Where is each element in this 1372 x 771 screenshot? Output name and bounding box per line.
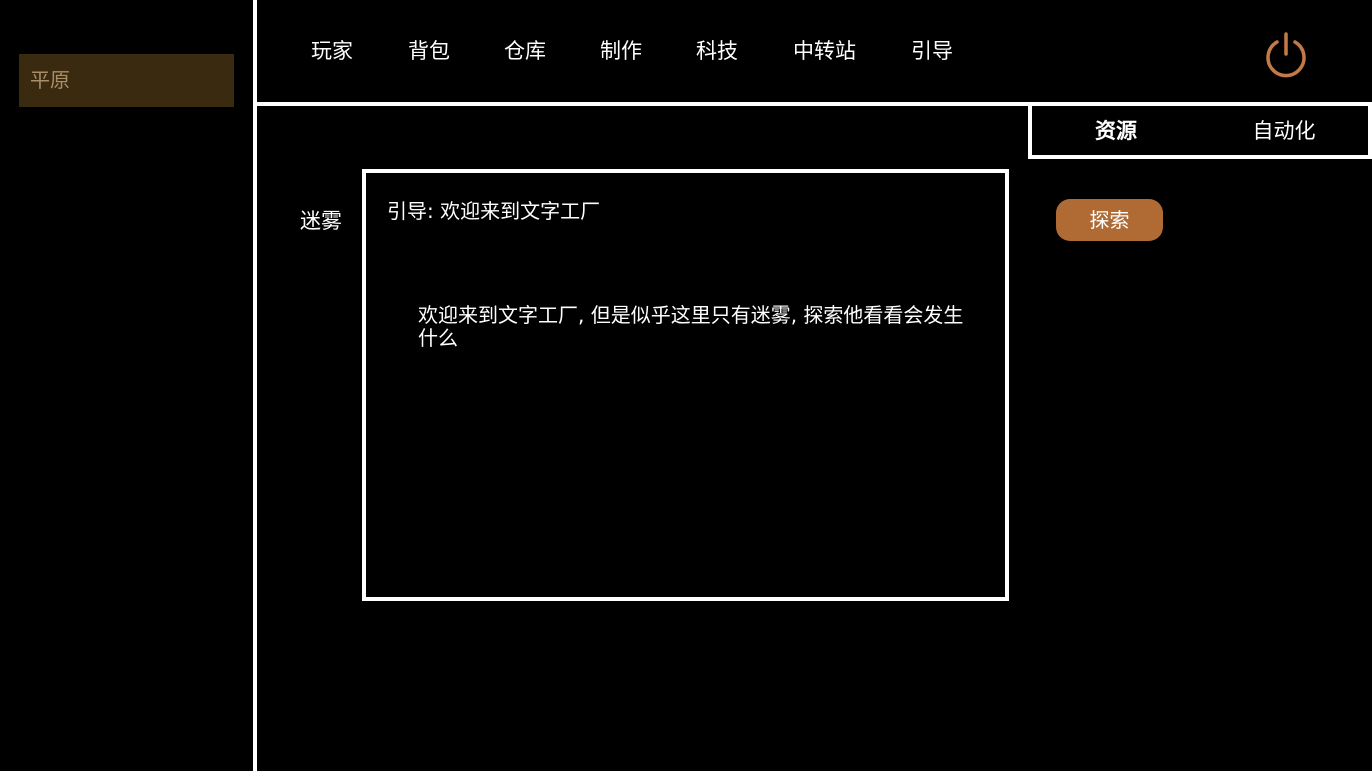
nav-item-backpack[interactable]: 背包: [408, 36, 450, 66]
game-app: 平原 玩家 背包 仓库 制作 科技 中转站 引导 资源 自动化 迷雾 探索 引导…: [0, 0, 1372, 771]
resource-fog-label: 迷雾: [300, 209, 342, 233]
nav-item-crafting[interactable]: 制作: [600, 36, 642, 66]
tab-resources[interactable]: 资源: [1032, 106, 1200, 155]
resource-tabs: 资源 自动化: [1028, 102, 1372, 159]
explore-button[interactable]: 探索: [1056, 199, 1163, 241]
power-button[interactable]: [1262, 30, 1310, 78]
dialog-body: 欢迎来到文字工厂, 但是似乎这里只有迷雾, 探索他看看会发生什么: [418, 303, 964, 350]
top-nav: 玩家 背包 仓库 制作 科技 中转站 引导: [257, 0, 1372, 102]
dialog-title: 引导: 欢迎来到文字工厂: [387, 199, 601, 223]
power-icon: [1266, 32, 1306, 78]
sidebar-item-plain[interactable]: 平原: [19, 54, 234, 107]
nav-item-warehouse[interactable]: 仓库: [504, 36, 546, 66]
sidebar-divider: [253, 0, 257, 771]
sidebar: 平原: [0, 0, 253, 771]
nav-item-relay-station[interactable]: 中转站: [793, 36, 856, 66]
nav-item-tech[interactable]: 科技: [696, 36, 738, 66]
tab-automation[interactable]: 自动化: [1200, 106, 1368, 155]
nav-item-guide[interactable]: 引导: [911, 36, 953, 66]
sidebar-item-label: 平原: [30, 68, 70, 92]
explore-button-label: 探索: [1089, 208, 1130, 232]
nav-item-player[interactable]: 玩家: [311, 36, 353, 66]
guide-dialog: 引导: 欢迎来到文字工厂 欢迎来到文字工厂, 但是似乎这里只有迷雾, 探索他看看…: [362, 169, 1009, 601]
